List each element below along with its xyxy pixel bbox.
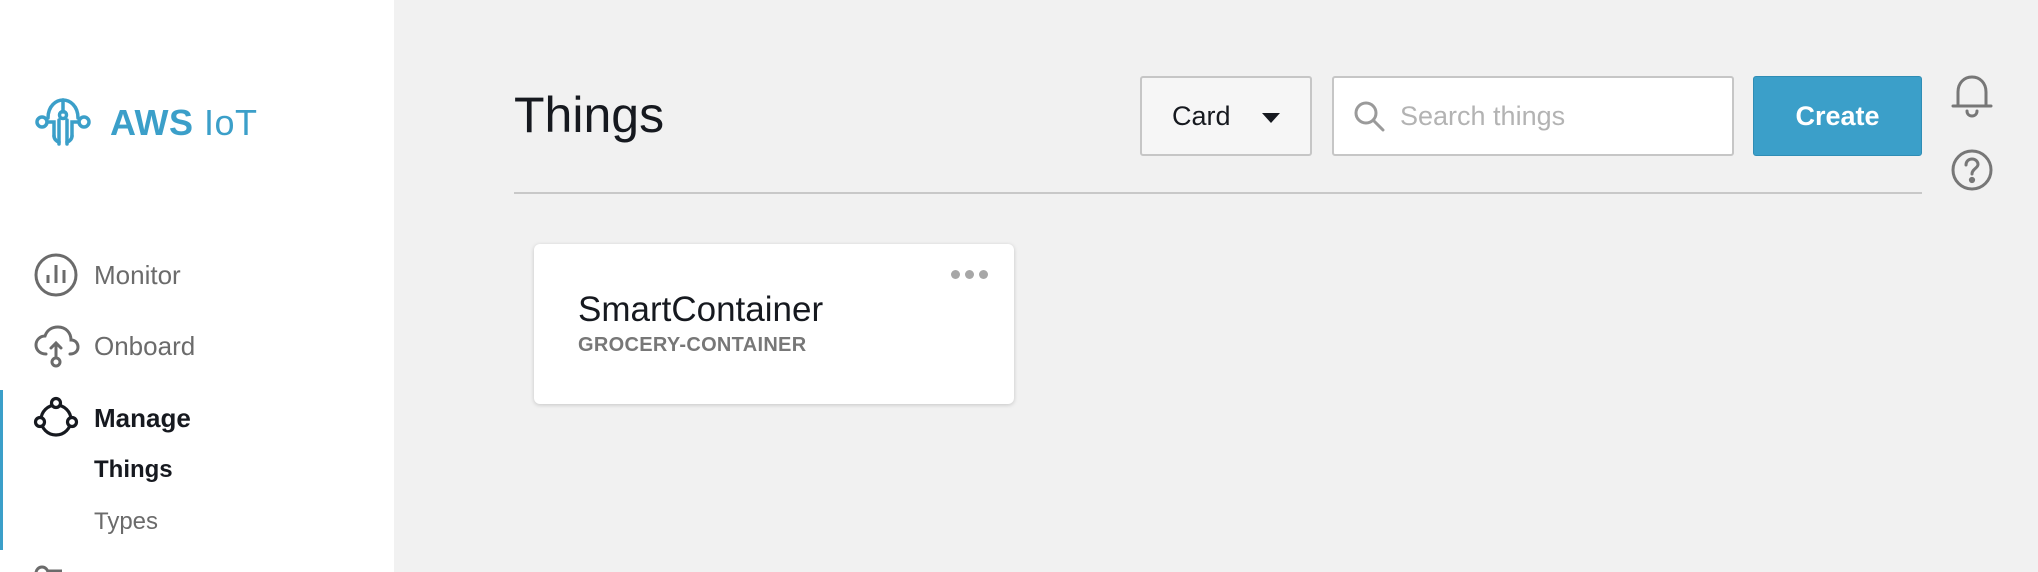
view-mode-dropdown[interactable]: Card bbox=[1140, 76, 1312, 156]
caret-down-icon bbox=[1262, 113, 1280, 123]
active-indicator bbox=[0, 390, 3, 550]
bar-chart-icon bbox=[34, 253, 78, 297]
nav-item-monitor[interactable]: Monitor bbox=[32, 251, 181, 299]
sidebar: AWS IoT Monitor Onboard Manage Things Ty… bbox=[0, 0, 394, 572]
search-box[interactable] bbox=[1332, 76, 1734, 156]
brand-name: AWS IoT bbox=[110, 102, 258, 143]
aws-iot-logo-icon bbox=[35, 98, 91, 146]
search-input[interactable] bbox=[1400, 100, 1720, 132]
thing-type: GROCERY-CONTAINER bbox=[578, 334, 807, 356]
nav-item-manage[interactable]: Manage bbox=[32, 394, 191, 442]
create-button[interactable]: Create bbox=[1753, 76, 1922, 156]
page-title: Things bbox=[514, 87, 665, 143]
header-divider bbox=[514, 192, 1922, 194]
sub-nav-things[interactable]: Things bbox=[94, 456, 173, 484]
sub-nav-types[interactable]: Types bbox=[94, 508, 158, 536]
view-mode-value: Card bbox=[1172, 100, 1231, 131]
manage-nodes-icon bbox=[33, 396, 79, 437]
brand-logo[interactable]: AWS IoT bbox=[32, 92, 258, 154]
next-nav-icon[interactable] bbox=[32, 562, 72, 572]
nav-item-onboard[interactable]: Onboard bbox=[32, 322, 195, 370]
thing-name: SmartContainer bbox=[578, 290, 824, 329]
more-options-icon[interactable] bbox=[947, 266, 992, 283]
search-icon bbox=[1354, 101, 1385, 132]
cloud-upload-icon bbox=[34, 325, 80, 368]
help-icon[interactable] bbox=[1950, 148, 1994, 192]
nav-label-manage: Manage bbox=[94, 402, 191, 433]
nav-label-monitor: Monitor bbox=[94, 259, 181, 290]
nav-label-onboard: Onboard bbox=[94, 330, 196, 361]
notification-bell-icon[interactable] bbox=[1950, 72, 1994, 118]
thing-card[interactable]: SmartContainer GROCERY-CONTAINER bbox=[534, 244, 1014, 404]
